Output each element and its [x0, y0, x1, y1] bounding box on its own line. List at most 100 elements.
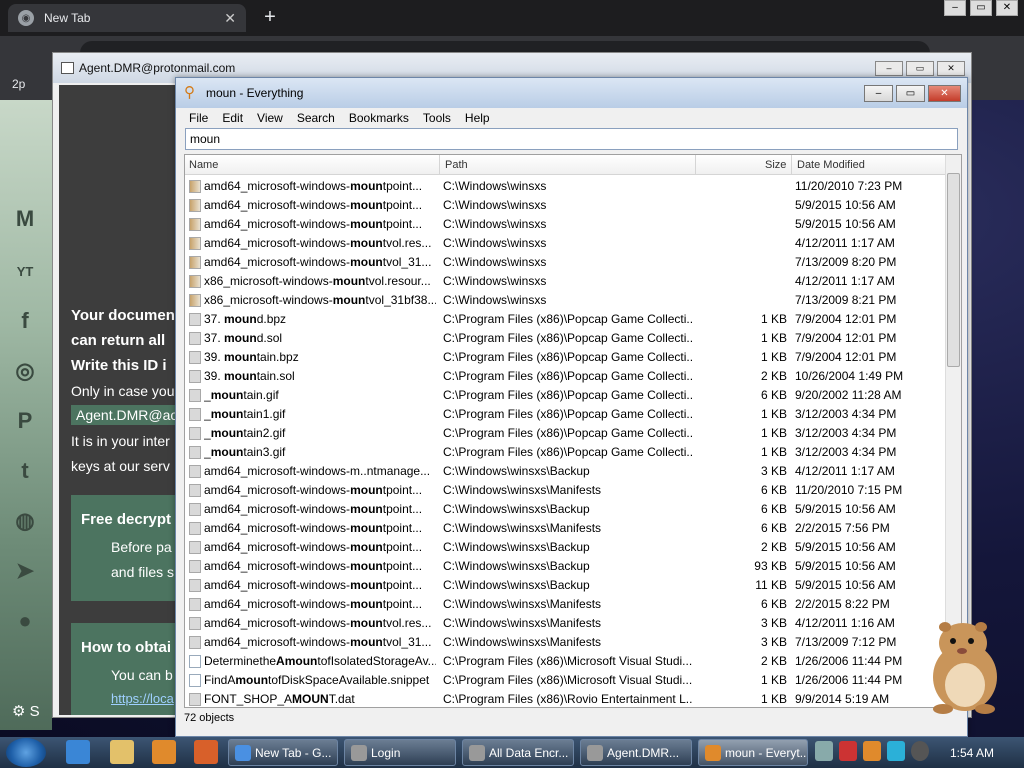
- everything-titlebar[interactable]: ⚲ moun - Everything – ▭ ✕: [176, 78, 967, 108]
- table-row[interactable]: _mountain.gif C:\Program Files (x86)\Popc…: [185, 386, 947, 405]
- table-row[interactable]: amd64_microsoft-windows-mountpoint... C:\…: [185, 595, 947, 614]
- results-list: Name Path Size Date Modified amd64_micro…: [184, 154, 962, 708]
- table-row[interactable]: amd64_microsoft-windows-mountpoint... C:\…: [185, 557, 947, 576]
- file-icon: [189, 503, 201, 516]
- cell-path: C:\Program Files (x86)\Popcap Game Colle…: [443, 426, 693, 440]
- table-row[interactable]: x86_microsoft-windows-mountvol.resour...…: [185, 272, 947, 291]
- agent-window-title: Agent.DMR@protonmail.com: [79, 61, 236, 75]
- scrollbar-thumb[interactable]: [947, 173, 960, 367]
- new-tab-button[interactable]: +: [256, 4, 284, 30]
- whatsapp-icon[interactable]: ◍: [6, 502, 44, 540]
- table-row[interactable]: _mountain2.gif C:\Program Files (x86)\Pop…: [185, 424, 947, 443]
- telegram-icon[interactable]: ➤: [6, 552, 44, 590]
- reddit-icon[interactable]: ●: [6, 602, 44, 640]
- minimize-icon[interactable]: –: [875, 61, 903, 76]
- column-header-row: Name Path Size Date Modified: [185, 155, 947, 175]
- table-row[interactable]: amd64_microsoft-windows-mountpoint... C:\…: [185, 500, 947, 519]
- table-row[interactable]: FONT_SHOP_AMOUNT.dat C:\Program Files (x8…: [185, 690, 947, 707]
- table-row[interactable]: DeterminetheAmountofIsolatedStorageAv...…: [185, 652, 947, 671]
- taskbar-encrypted[interactable]: All Data Encr...: [462, 739, 574, 766]
- table-row[interactable]: amd64_microsoft-windows-mountvol.res... C…: [185, 234, 947, 253]
- app-quicklaunch-icon[interactable]: [194, 740, 218, 764]
- column-path[interactable]: Path: [445, 159, 468, 171]
- table-row[interactable]: 39. mountain.sol C:\Program Files (x86)\P…: [185, 367, 947, 386]
- taskbar-login[interactable]: Login: [344, 739, 456, 766]
- table-row[interactable]: FindAmountofDiskSpaceAvailable.snippet C:…: [185, 671, 947, 690]
- cell-date: 7/13/2009 8:21 PM: [795, 293, 897, 307]
- table-row[interactable]: amd64_microsoft-windows-mountvol_31... C:…: [185, 253, 947, 272]
- table-row[interactable]: amd64_microsoft-windows-mountvol_31... C:…: [185, 633, 947, 652]
- table-row[interactable]: amd64_microsoft-windows-mountpoint... C:\…: [185, 177, 947, 196]
- menu-help[interactable]: Help: [458, 111, 497, 125]
- column-date-modified[interactable]: Date Modified: [797, 159, 865, 171]
- tray-network-icon[interactable]: [815, 741, 833, 761]
- box-link[interactable]: https://loca: [111, 691, 174, 706]
- gmail-icon[interactable]: M: [6, 200, 44, 238]
- twitter-icon[interactable]: t: [6, 452, 44, 490]
- tray-antivirus-icon[interactable]: [839, 741, 857, 761]
- pinterest-icon[interactable]: P: [6, 402, 44, 440]
- media-quicklaunch-icon[interactable]: [152, 740, 176, 764]
- column-size[interactable]: Size: [765, 159, 786, 171]
- table-row[interactable]: _mountain1.gif C:\Program Files (x86)\Pop…: [185, 405, 947, 424]
- folder-quicklaunch-icon[interactable]: [110, 740, 134, 764]
- start-button[interactable]: [6, 738, 46, 767]
- table-row[interactable]: amd64_microsoft-windows-mountvol.res... C…: [185, 614, 947, 633]
- file-icon: [189, 598, 201, 611]
- table-row[interactable]: amd64_microsoft-windows-mountpoint... C:\…: [185, 215, 947, 234]
- table-row[interactable]: _mountain3.gif C:\Program Files (x86)\Pop…: [185, 443, 947, 462]
- search-input[interactable]: moun: [185, 128, 958, 150]
- cell-name: 39. mountain.bpz: [204, 350, 299, 364]
- table-row[interactable]: 39. mountain.bpz C:\Program Files (x86)\P…: [185, 348, 947, 367]
- minimize-icon[interactable]: –: [944, 0, 966, 16]
- cell-date: 7/9/2004 12:01 PM: [795, 350, 897, 364]
- table-row[interactable]: amd64_microsoft-windows-mountpoint... C:\…: [185, 481, 947, 500]
- menu-tools[interactable]: Tools: [416, 111, 458, 125]
- table-row[interactable]: x86_microsoft-windows-mountvol_31bf38...…: [185, 291, 947, 310]
- tray-display-icon[interactable]: [887, 741, 905, 761]
- menu-search[interactable]: Search: [290, 111, 342, 125]
- menu-view[interactable]: View: [250, 111, 290, 125]
- tray-search-icon[interactable]: [863, 741, 881, 761]
- taskbar-label: Login: [371, 745, 401, 760]
- menu-bookmarks[interactable]: Bookmarks: [342, 111, 416, 125]
- table-row[interactable]: amd64_microsoft-windows-mountpoint... C:\…: [185, 519, 947, 538]
- browser-tab[interactable]: ◉ New Tab ✕: [8, 4, 246, 32]
- cell-path: C:\Windows\winsxs: [443, 274, 547, 288]
- maximize-icon[interactable]: ▭: [970, 0, 992, 16]
- menu-file[interactable]: File: [182, 111, 215, 125]
- table-row[interactable]: amd64_microsoft-windows-mountpoint... C:\…: [185, 576, 947, 595]
- table-row[interactable]: amd64_microsoft-windows-mountpoint... C:\…: [185, 196, 947, 215]
- youtube-icon[interactable]: YT: [6, 252, 44, 290]
- close-tab-icon[interactable]: ✕: [224, 10, 236, 27]
- column-name[interactable]: Name: [189, 159, 218, 171]
- taskbar-clock[interactable]: 1:54 AM: [950, 746, 994, 760]
- close-icon[interactable]: ✕: [937, 61, 965, 76]
- table-row[interactable]: amd64_microsoft-windows-mountpoint... C:\…: [185, 538, 947, 557]
- menu-edit[interactable]: Edit: [215, 111, 250, 125]
- contact-email[interactable]: Agent.DMR@ao: [71, 405, 184, 425]
- table-row[interactable]: 37. mound.sol C:\Program Files (x86)\Popc…: [185, 329, 947, 348]
- tray-record-icon[interactable]: [911, 741, 929, 761]
- file-icon: [189, 256, 201, 269]
- table-row[interactable]: 37. mound.bpz C:\Program Files (x86)\Popc…: [185, 310, 947, 329]
- cell-name: amd64_microsoft-windows-mountvol_31...: [204, 635, 432, 649]
- bookmark-item[interactable]: 2p: [12, 77, 25, 91]
- cell-name: 37. mound.sol: [204, 331, 283, 345]
- facebook-icon[interactable]: f: [6, 302, 44, 340]
- note-line: keys at our serv: [71, 458, 170, 474]
- cell-name: x86_microsoft-windows-mountvol_31bf38...: [204, 293, 436, 307]
- note-line: Write this ID i: [71, 357, 167, 374]
- taskbar-everything[interactable]: moun - Everyt...: [698, 739, 808, 766]
- taskbar-chrome[interactable]: New Tab - G...: [228, 739, 338, 766]
- close-icon[interactable]: ✕: [928, 85, 961, 102]
- minimize-icon[interactable]: –: [864, 85, 893, 102]
- close-icon[interactable]: ✕: [996, 0, 1018, 16]
- instagram-icon[interactable]: ◎: [6, 352, 44, 390]
- table-row[interactable]: amd64_microsoft-windows-m..ntmanage... C:…: [185, 462, 947, 481]
- taskbar-agent[interactable]: Agent.DMR...: [580, 739, 692, 766]
- ie-quicklaunch-icon[interactable]: [66, 740, 90, 764]
- maximize-icon[interactable]: ▭: [896, 85, 925, 102]
- maximize-icon[interactable]: ▭: [906, 61, 934, 76]
- settings-link[interactable]: ⚙ S: [12, 702, 40, 720]
